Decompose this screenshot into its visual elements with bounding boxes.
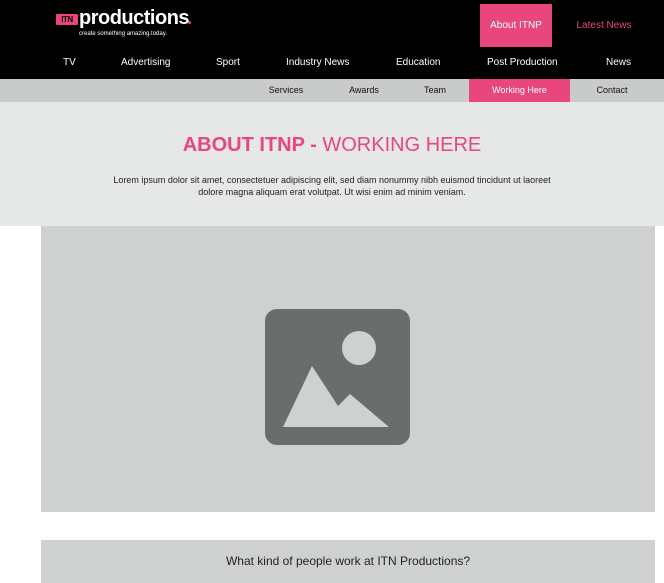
- nav-item-advertising[interactable]: Advertising: [121, 47, 170, 79]
- subnav-item-working-here[interactable]: Working Here: [469, 79, 570, 102]
- nav-item-post-production[interactable]: Post Production: [487, 47, 558, 79]
- image-icon: [265, 309, 410, 445]
- logo-tagline: create something amazing.today.: [79, 31, 167, 37]
- subnav-item-awards[interactable]: Awards: [340, 79, 388, 102]
- logo-wordmark: productions: [79, 7, 190, 29]
- top-bar: ITN productions create something amazing…: [0, 0, 664, 47]
- subnav-item-contact[interactable]: Contact: [584, 79, 640, 102]
- hero-section: ABOUT ITNP - WORKING HERE Lorem ipsum do…: [0, 102, 664, 226]
- about-itnp-link[interactable]: About ITNP: [480, 4, 552, 47]
- nav-item-tv[interactable]: TV: [63, 47, 76, 79]
- nav-item-news[interactable]: News: [606, 47, 631, 79]
- hero-description: Lorem ipsum dolor sit amet, consectetuer…: [113, 175, 551, 197]
- sub-nav: Services Awards Team Working Here Contac…: [0, 79, 664, 102]
- logo-mark: ITN: [56, 14, 78, 25]
- question-banner: What kind of people work at ITN Producti…: [41, 540, 655, 583]
- subnav-item-services[interactable]: Services: [258, 79, 314, 102]
- latest-news-link[interactable]: Latest News: [562, 4, 646, 47]
- nav-item-sport[interactable]: Sport: [216, 47, 240, 79]
- logo-dot: [188, 21, 191, 24]
- page-title-subsection: WORKING HERE: [322, 134, 482, 156]
- main-nav: TV Advertising Sport Industry News Educa…: [0, 47, 664, 79]
- nav-item-education[interactable]: Education: [396, 47, 440, 79]
- nav-item-industry-news[interactable]: Industry News: [286, 47, 349, 79]
- subnav-item-team[interactable]: Team: [414, 79, 456, 102]
- page-title-section: ABOUT ITNP -: [182, 134, 323, 156]
- image-placeholder: [41, 226, 655, 512]
- page-title: ABOUT ITNP - WORKING HERE: [0, 134, 664, 157]
